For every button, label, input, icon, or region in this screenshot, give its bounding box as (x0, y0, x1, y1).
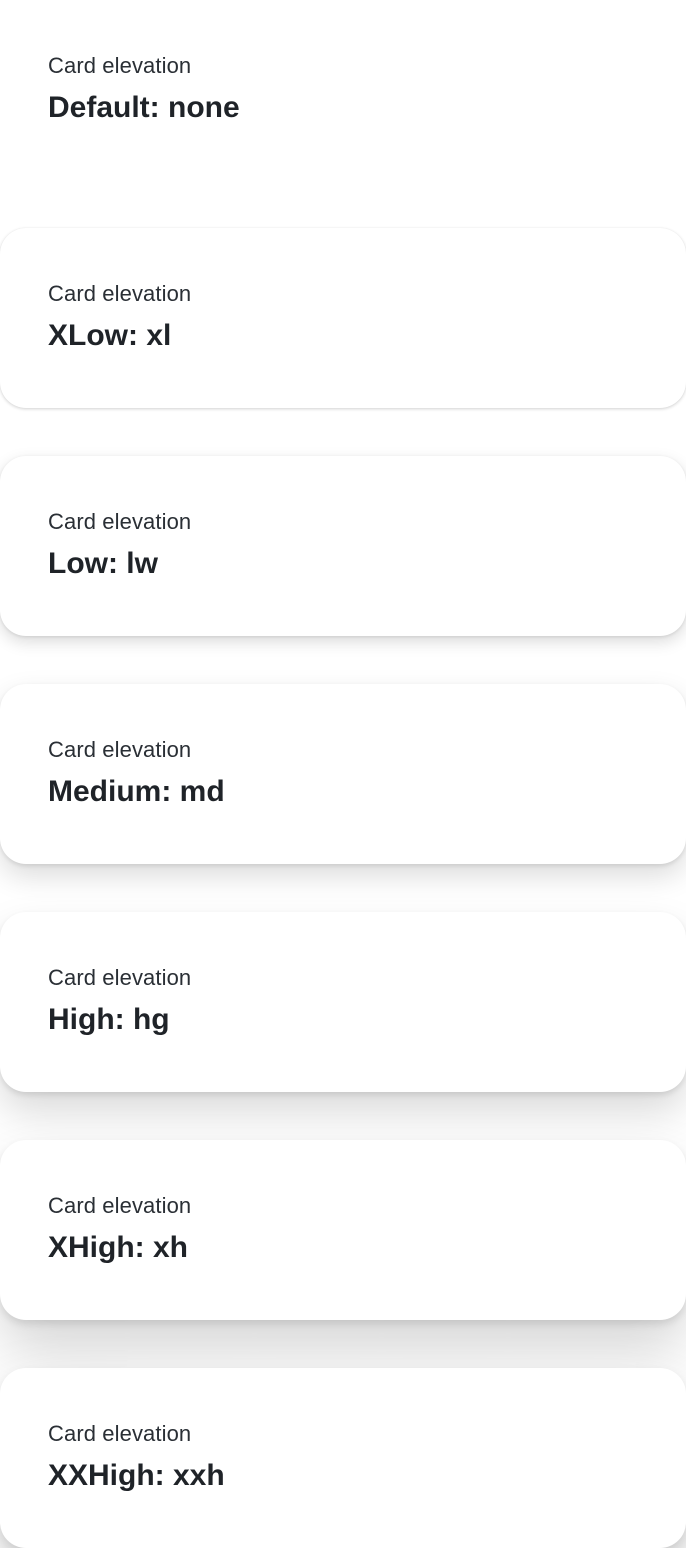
card-eyebrow: Card elevation (48, 281, 192, 306)
card-eyebrow: Card elevation (48, 53, 192, 78)
card-title: XLow: xl (48, 319, 172, 352)
card-title: Medium: md (48, 775, 225, 808)
card-eyebrow: Card elevation (48, 1421, 192, 1446)
card-title: XHigh: xh (48, 1231, 188, 1264)
card-eyebrow: Card elevation (48, 737, 192, 762)
card-low-lw: Card elevation Low: lw (0, 456, 686, 636)
card-medium-md: Card elevation Medium: md (0, 684, 686, 864)
card-eyebrow: Card elevation (48, 965, 192, 990)
card-title: Default: none (48, 91, 240, 124)
card-title: High: hg (48, 1003, 170, 1036)
card-eyebrow: Card elevation (48, 509, 192, 534)
card-default-none: Card elevation Default: none (0, 0, 686, 180)
card-high-hg: Card elevation High: hg (0, 912, 686, 1092)
card-title: XXHigh: xxh (48, 1459, 225, 1492)
card-elevation-list: Card elevation Default: none Card elevat… (0, 0, 686, 1548)
card-xlow-xl: Card elevation XLow: xl (0, 228, 686, 408)
card-title: Low: lw (48, 547, 158, 580)
card-eyebrow: Card elevation (48, 1193, 192, 1218)
card-xxhigh-xxh: Card elevation XXHigh: xxh (0, 1368, 686, 1548)
card-xhigh-xh: Card elevation XHigh: xh (0, 1140, 686, 1320)
